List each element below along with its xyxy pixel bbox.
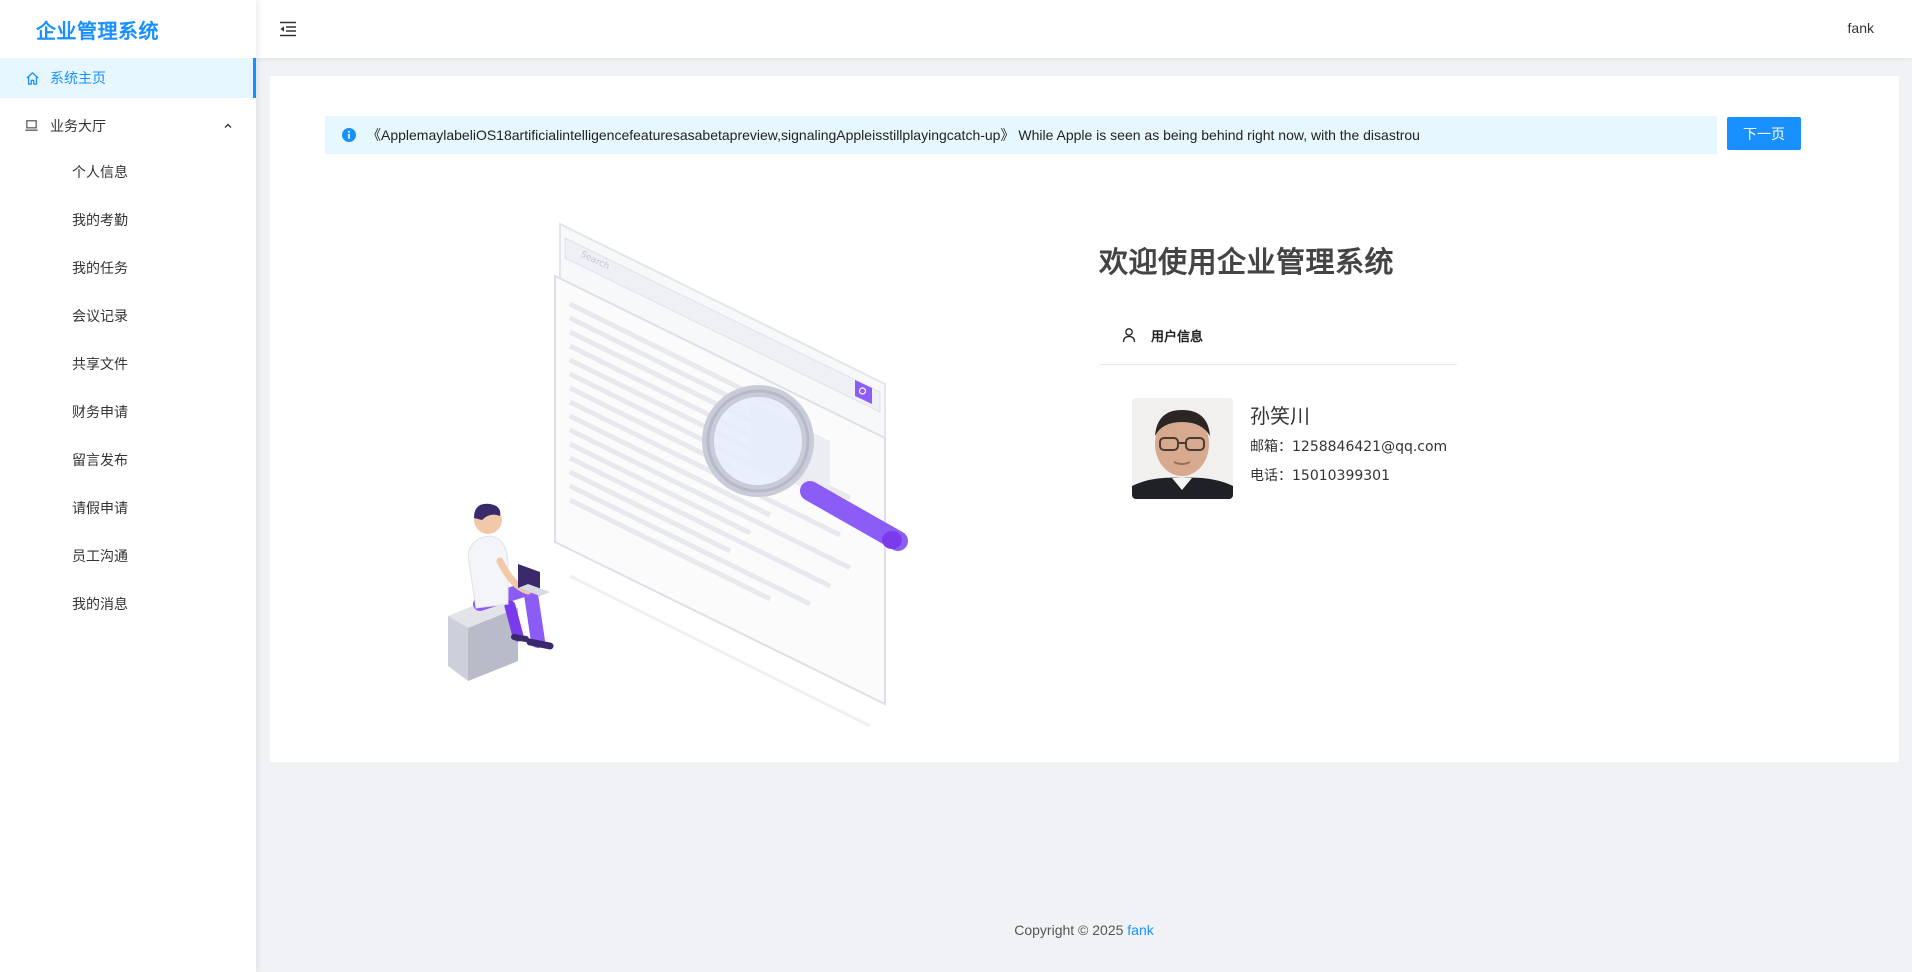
tab-label: 用户信息 xyxy=(1151,329,1204,345)
sidebar-item-label: 员工沟通 xyxy=(72,549,128,565)
sidebar-item-finance[interactable]: 财务申请 xyxy=(0,388,256,436)
welcome-title: 欢迎使用企业管理系统 xyxy=(1099,245,1395,279)
top-header: fank xyxy=(256,0,1912,58)
sidebar-item-label: 留言发布 xyxy=(72,453,128,469)
sidebar-item-label: 财务申请 xyxy=(72,405,128,421)
profile-email: 邮箱：1258846421@qq.com xyxy=(1250,439,1448,455)
sidebar-item-profile[interactable]: 个人信息 xyxy=(0,148,256,196)
notice-text: 《ApplemaylabeliOS18artificialintelligenc… xyxy=(367,127,1420,143)
sidebar-item-label: 我的任务 xyxy=(72,261,128,277)
profile-phone: 电话：15010399301 xyxy=(1250,468,1390,484)
sidebar-item-label: 请假申请 xyxy=(72,501,128,517)
next-page-button[interactable]: 下一页 xyxy=(1727,117,1801,150)
footer: Copyright © 2025 fank xyxy=(256,922,1912,938)
sidebar-item-label: 共享文件 xyxy=(72,357,128,373)
footer-link[interactable]: fank xyxy=(1127,922,1153,938)
sidebar-item-my-messages[interactable]: 我的消息 xyxy=(0,580,256,628)
submenu-label: 业务大厅 xyxy=(50,119,106,135)
user-icon xyxy=(1122,328,1136,343)
menu-fold-icon[interactable] xyxy=(278,19,298,39)
tab-user-info[interactable]: 用户信息 xyxy=(1121,321,1203,349)
chevron-up-icon xyxy=(220,118,236,134)
user-info-tabs: 用户信息 xyxy=(1099,309,1457,365)
sidebar-item-tasks[interactable]: 我的任务 xyxy=(0,244,256,292)
sidebar-item-home[interactable]: 系统主页 xyxy=(0,58,256,98)
sidebar-item-label: 个人信息 xyxy=(72,165,128,181)
logo[interactable]: 企业管理系统 xyxy=(0,0,256,58)
sidebar-item-label: 我的考勤 xyxy=(72,213,128,229)
sidebar-item-shared-files[interactable]: 共享文件 xyxy=(0,340,256,388)
sidebar-item-attendance[interactable]: 我的考勤 xyxy=(0,196,256,244)
notice-bar: 《ApplemaylabeliOS18artificialintelligenc… xyxy=(325,116,1717,154)
app-title: 企业管理系统 xyxy=(36,18,159,43)
laptop-icon xyxy=(24,118,40,134)
sidebar: 企业管理系统 系统主页 业务大厅 个人信息 我的考勤 我的任务 会议记录 共享文… xyxy=(0,0,256,972)
main-card: 《ApplemaylabeliOS18artificialintelligenc… xyxy=(270,76,1899,762)
sidebar-item-label: 会议记录 xyxy=(72,309,128,325)
sidebar-item-leave[interactable]: 请假申请 xyxy=(0,484,256,532)
avatar xyxy=(1132,398,1233,499)
sidebar-item-communication[interactable]: 员工沟通 xyxy=(0,532,256,580)
submenu-list: 个人信息 我的考勤 我的任务 会议记录 共享文件 财务申请 留言发布 请假申请 … xyxy=(0,146,256,628)
sidebar-item-label: 我的消息 xyxy=(72,597,128,613)
sidebar-item-messages-board[interactable]: 留言发布 xyxy=(0,436,256,484)
profile-name: 孙笑川 xyxy=(1250,404,1310,428)
info-icon xyxy=(342,128,356,142)
sidebar-item-label: 系统主页 xyxy=(50,71,106,87)
search-illustration: Search xyxy=(448,222,908,728)
user-menu[interactable]: fank xyxy=(1848,20,1874,36)
sidebar-item-meetings[interactable]: 会议记录 xyxy=(0,292,256,340)
submenu-business[interactable]: 业务大厅 xyxy=(0,106,256,146)
home-icon xyxy=(24,70,40,86)
copyright-text: Copyright © 2025 xyxy=(1014,922,1128,938)
